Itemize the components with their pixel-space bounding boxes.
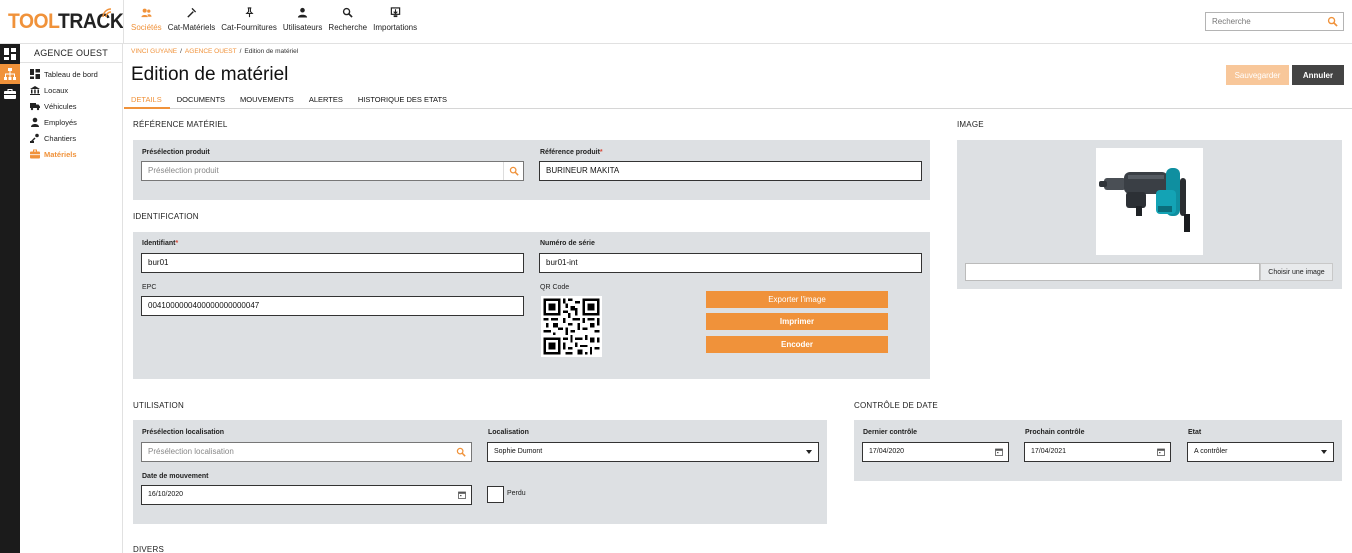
nav-users[interactable]: Utilisateurs bbox=[280, 0, 326, 44]
identifier-label: Identifiant* bbox=[142, 240, 179, 247]
chevron-down-icon bbox=[806, 450, 812, 454]
breadcrumb: VINCI GUYANE / AGENCE OUEST / Edition de mat… bbox=[131, 48, 299, 55]
building-icon bbox=[30, 86, 40, 95]
person-icon bbox=[31, 117, 39, 127]
app-rail bbox=[0, 44, 20, 553]
truck-icon bbox=[30, 103, 40, 111]
agency-title: AGENCE OUEST bbox=[20, 44, 122, 63]
demolition-hammer-image bbox=[1099, 168, 1190, 232]
section-title-date-control: CONTRÔLE DE DATE bbox=[854, 401, 938, 410]
location-preselection-input[interactable]: Présélection localisation bbox=[141, 442, 472, 462]
toolbox-icon bbox=[30, 149, 40, 159]
import-icon bbox=[390, 7, 400, 18]
section-title-identification: IDENTIFICATION bbox=[133, 212, 199, 221]
main-nav: Sociétés Cat-Matériels Cat-Fournitures U… bbox=[128, 0, 420, 44]
nav-companies[interactable]: Sociétés bbox=[128, 0, 165, 44]
tab-state-history[interactable]: HISTORIQUE DES ETATS bbox=[351, 92, 455, 109]
toolbox-icon bbox=[4, 89, 16, 99]
sidebar-item-premises[interactable]: Locaux bbox=[20, 82, 122, 98]
preselection-product-label: Présélection produit bbox=[142, 149, 210, 156]
rail-dashboard[interactable] bbox=[0, 44, 20, 64]
section-title-usage: UTILISATION bbox=[133, 401, 184, 410]
save-button[interactable]: Sauvegarder bbox=[1226, 65, 1289, 85]
encode-button[interactable]: Encoder bbox=[706, 336, 888, 353]
section-title-misc: DIVERS bbox=[133, 545, 164, 553]
location-select[interactable]: Sophie Dumont bbox=[487, 442, 819, 462]
breadcrumb-current: Edition de matériel bbox=[244, 48, 299, 55]
qr-code-label: QR Code bbox=[540, 284, 570, 291]
search-icon bbox=[343, 7, 353, 18]
grid-icon bbox=[4, 48, 16, 60]
section-title-reference: RÉFÉRENCE MATÉRIEL bbox=[133, 120, 228, 129]
user-icon bbox=[298, 7, 308, 18]
calendar-icon[interactable] bbox=[458, 491, 466, 499]
sidebar: AGENCE OUEST Tableau de bord Locaux Véhi… bbox=[20, 44, 123, 553]
nav-equipment-catalog[interactable]: Cat-Matériels bbox=[165, 0, 219, 44]
worksite-icon bbox=[30, 133, 39, 143]
last-control-label: Dernier contrôle bbox=[863, 429, 918, 436]
cancel-button[interactable]: Annuler bbox=[1292, 65, 1344, 85]
breadcrumb-company[interactable]: VINCI GUYANE bbox=[131, 48, 177, 55]
search-icon[interactable] bbox=[509, 166, 519, 176]
tab-movements[interactable]: MOUVEMENTS bbox=[233, 92, 302, 109]
image-path-field[interactable] bbox=[965, 263, 1260, 281]
search-icon[interactable] bbox=[456, 447, 466, 457]
serial-number-label: Numéro de série bbox=[540, 240, 595, 247]
movement-date-input[interactable]: 16/10/2020 bbox=[141, 485, 472, 505]
hammer-icon bbox=[187, 7, 197, 18]
location-preselection-label: Présélection localisation bbox=[142, 429, 225, 436]
calendar-icon[interactable] bbox=[995, 448, 1003, 456]
last-control-input[interactable]: 17/04/2020 bbox=[862, 442, 1009, 462]
location-label: Localisation bbox=[488, 429, 529, 436]
sidebar-item-employees[interactable]: Employés bbox=[20, 114, 122, 130]
serial-number-input[interactable]: bur01-int bbox=[539, 253, 922, 273]
calendar-icon[interactable] bbox=[1157, 448, 1165, 456]
page-title: Edition de matériel bbox=[131, 64, 289, 85]
section-title-image: IMAGE bbox=[957, 120, 984, 129]
dashboard-icon bbox=[30, 69, 40, 79]
hierarchy-icon bbox=[4, 68, 16, 80]
sidebar-item-dashboard[interactable]: Tableau de bord bbox=[20, 66, 122, 82]
sidebar-item-worksites[interactable]: Chantiers bbox=[20, 130, 122, 146]
rail-structure[interactable] bbox=[0, 64, 20, 84]
top-bar: TOOLTRACK Sociétés Cat-Matériels Cat-Fou… bbox=[0, 0, 1352, 44]
nav-supplies-catalog[interactable]: Cat-Fournitures bbox=[218, 0, 280, 44]
qr-code-image bbox=[541, 296, 602, 357]
signal-icon bbox=[102, 8, 112, 18]
product-reference-label: Référence produit* bbox=[540, 149, 603, 156]
nav-search[interactable]: Recherche bbox=[325, 0, 370, 44]
movement-date-label: Date de mouvement bbox=[142, 473, 209, 480]
epc-field[interactable]: 0041000000400000000000047 bbox=[141, 296, 524, 316]
detail-tabs: DETAILS DOCUMENTS MOUVEMENTS ALERTES HIS… bbox=[124, 92, 1352, 109]
preselection-product-input[interactable]: Présélection produit bbox=[141, 161, 524, 181]
sidebar-item-equipment[interactable]: Matériels bbox=[20, 146, 122, 162]
global-search bbox=[1205, 12, 1344, 31]
product-reference-field[interactable]: BURINEUR MAKITA bbox=[539, 161, 922, 181]
identifier-input[interactable]: bur01 bbox=[141, 253, 524, 273]
state-label: Etat bbox=[1188, 429, 1202, 436]
breadcrumb-agency[interactable]: AGENCE OUEST bbox=[185, 48, 237, 55]
pin-icon bbox=[244, 7, 254, 18]
next-control-label: Prochain contrôle bbox=[1025, 429, 1085, 436]
chevron-down-icon bbox=[1321, 450, 1327, 454]
search-input[interactable] bbox=[1206, 13, 1321, 30]
usage-panel bbox=[133, 420, 827, 524]
state-select[interactable]: A contrôler bbox=[1187, 442, 1334, 462]
export-image-button[interactable]: Exporter l'image bbox=[706, 291, 888, 308]
tab-documents[interactable]: DOCUMENTS bbox=[170, 92, 233, 109]
nav-imports[interactable]: Importations bbox=[370, 0, 420, 44]
lost-label: Perdu bbox=[507, 490, 526, 497]
epc-label: EPC bbox=[142, 284, 157, 291]
sidebar-item-vehicles[interactable]: Véhicules bbox=[20, 98, 122, 114]
tab-details[interactable]: DETAILS bbox=[124, 92, 170, 109]
choose-image-button[interactable]: Choisir une image bbox=[1260, 263, 1333, 281]
users-icon bbox=[141, 8, 152, 18]
next-control-input[interactable]: 17/04/2021 bbox=[1024, 442, 1171, 462]
rail-equipment[interactable] bbox=[0, 84, 20, 104]
print-button[interactable]: Imprimer bbox=[706, 313, 888, 330]
lost-checkbox[interactable] bbox=[487, 486, 504, 503]
tab-alerts[interactable]: ALERTES bbox=[302, 92, 351, 109]
search-icon[interactable] bbox=[1327, 16, 1338, 27]
equipment-image bbox=[1096, 148, 1203, 255]
